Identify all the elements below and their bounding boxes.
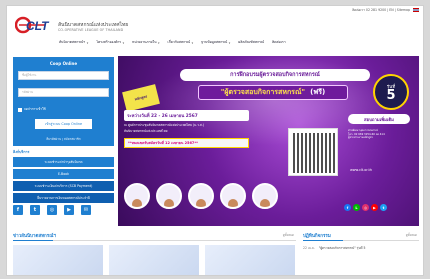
event-date: 22 เม.ย. [303,246,315,250]
round-number: 5 [386,87,396,103]
nav-item-label: โครงสร้างองค์กร [96,40,122,44]
chevron-down-icon: ▾ [122,40,125,45]
banner-deadline: **หมดเขตรับสมัครวันที่ 12 เมษายน 2567** [124,138,249,148]
events-section: ปฏิทินกิจกรรม ดูทั้งหมด 22 เม.ย. "ผู้ตรว… [303,232,419,275]
logo-text: CLT [26,19,50,33]
contact-line: ผู้ประสานงานหลักสูตร [348,136,373,140]
clt-logo[interactable]: CLT [15,16,53,34]
nav-item-label: ผลิตภัณฑ์สหกรณ์ [238,40,265,44]
password-field[interactable]: รหัสผ่าน [18,88,109,97]
nav-item[interactable]: เกี่ยวกับสหกรณ์ ▾ [164,36,198,49]
nav-item[interactable]: สันนิบาตสหกรณ์ฯ ▾ [55,36,92,49]
event-item[interactable]: 22 เม.ย. "ผู้ตรวจสอบกิจการสหกรณ์" รุ่นที… [303,246,419,251]
banner-social-icons: f L ◎ ▶ t [344,204,387,211]
chevron-down-icon: ▾ [86,40,89,45]
username-field[interactable]: ชื่อผู้ใช้งาน [18,71,109,80]
nav-item-label: สันนิบาตสหกรณ์ฯ [59,40,86,44]
login-button[interactable]: เข้าสู่ระบบ Coop Online [35,119,92,129]
remember-checkbox[interactable] [18,107,22,112]
login-panel: Coop Online ชื่อผู้ใช้งาน รหัสผ่าน จดจำก… [13,57,114,146]
top-utility-links[interactable]: ติดต่อเรา 02 281 9200 | EN | Sitemap [352,8,410,13]
chevron-down-icon: ▾ [191,40,194,45]
instagram-icon: ◎ [362,204,369,211]
news-thumbnail[interactable] [205,245,295,275]
login-title: Coop Online [49,61,78,66]
news-thumbnail[interactable] [13,245,103,275]
site-header: CLT สันนิบาตสหกรณ์แห่งประเทศไทย CO-OPERA… [7,14,423,36]
banner-venue: ณ ศูนย์การประชุมสันนิบาตสหกรณ์แห่งประเทศ… [124,123,204,127]
twitter-icon[interactable]: t [30,205,40,215]
speaker-photo [124,183,150,209]
youtube-icon[interactable]: ▶ [64,205,74,215]
chevron-down-icon: ▾ [158,40,160,45]
nav-item[interactable]: ฐานข้อมูลสหกรณ์ ▾ [197,36,234,49]
youtube-icon: ▶ [371,204,378,211]
service-link-scb-payment[interactable]: ระบบชำระเงินค่าบริการ (SCB Payment) [13,181,114,191]
facebook-icon: f [344,204,351,211]
twitter-icon: t [380,204,387,211]
banner-course: "ผู้ตรวจสอบกิจการสหกรณ์" (ฟรี) [198,85,348,100]
event-label: "ผู้ตรวจสอบกิจการสหกรณ์" รุ่นที่ 5 [318,246,366,250]
browser-page: ติดต่อเรา 02 281 9200 | EN | Sitemap CLT… [6,5,424,276]
nav-item[interactable]: ติดต่อเรา [268,36,290,49]
chevron-down-icon: ▾ [228,40,231,45]
top-utility-bar: ติดต่อเรา 02 281 9200 | EN | Sitemap [7,6,423,14]
speaker-photo [252,183,278,209]
speaker-photo [156,183,182,209]
social-links: f t ◎ ▶ ✉ [13,205,91,215]
promo-banner[interactable]: การฝึกอบรมผู้ตรวจสอบกิจการสหกรณ์ "ผู้ตรว… [118,56,419,226]
banner-free-label: (ฟรี) [310,88,326,96]
news-title: ข่าวสันนิบาตสหกรณ์ฯ [13,234,56,239]
banner-dates: ระหว่างวันที่ 22 - 26 เมษายน 2567 [124,110,249,121]
speaker-photo [188,183,214,209]
remember-me[interactable]: จดจำการเข้าใช้ [18,107,46,112]
service-links: ลิงก์บริการ ระบบชำระค่าบำรุงสันนิบาต E-B… [13,149,114,205]
service-link-membership-fee[interactable]: ระบบชำระค่าบำรุงสันนิบาต [13,157,114,167]
main-nav: สันนิบาตสหกรณ์ฯ ▾ โครงสร้างองค์กร ▾ หน่วยงาน… [7,36,423,49]
left-column: Coop Online ชื่อผู้ใช้งาน รหัสผ่าน จดจำก… [13,57,114,227]
events-more-link[interactable]: ดูทั้งหมด [406,233,417,238]
nav-item-label: ฐานข้อมูลสหกรณ์ [201,40,228,44]
news-thumbnail[interactable] [109,245,199,275]
forgot-links[interactable]: ลืมรหัสผ่าน | สมัครสมาชิก [13,137,114,142]
line-icon[interactable]: ✉ [81,205,91,215]
service-links-title: ลิงก์บริการ [13,150,30,154]
banner-enquiry: สอบถามเพิ่มเติม [348,114,410,124]
news-more-link[interactable]: ดูทั้งหมด [283,233,294,238]
service-link-ebook[interactable]: E-Book [13,169,114,179]
nav-item-label: เกี่ยวกับสหกรณ์ [167,40,191,44]
banner-course-name: "ผู้ตรวจสอบกิจการสหกรณ์" [220,88,306,96]
news-divider [13,240,296,241]
language-flag-icon[interactable] [413,8,419,12]
events-divider-accent [303,240,343,241]
service-link-financial-report[interactable]: ยื่นรายงานการเงินของสหกรณ์ประจำปี [13,193,114,203]
banner-title: การฝึกอบรมผู้ตรวจสอบกิจการสหกรณ์ [180,69,370,81]
events-title: ปฏิทินกิจกรรม [303,234,331,239]
remember-label: จดจำการเข้าใช้ [24,107,46,111]
org-name-english: CO-OPERATIVE LEAGUE OF THAILAND [58,28,124,32]
banner-contact: ฝ่ายพัฒนาบุคลากรสหกรณ์ โทร. 02 669 3254-… [348,129,413,140]
banner-website: www.clt.or.th [350,168,373,172]
nav-item[interactable]: โครงสร้างองค์กร ▾ [92,36,128,49]
instagram-icon[interactable]: ◎ [47,205,57,215]
nav-item[interactable]: ผลิตภัณฑ์สหกรณ์ [234,36,268,49]
speaker-photos [124,183,278,209]
facebook-icon[interactable]: f [13,205,23,215]
round-badge: รุ่นที่ 5 [373,74,409,110]
nav-item[interactable]: หน่วยงานภายใน ▾ [128,36,163,49]
speaker-photo [220,183,246,209]
news-divider-accent [13,240,53,241]
line-icon: L [353,204,360,211]
news-section: ข่าวสันนิบาตสหกรณ์ฯ ดูทั้งหมด [13,232,296,275]
nav-item-label: ติดต่อเรา [272,40,286,44]
nav-item-label: หน่วยงานภายใน [132,40,157,44]
banner-organizer: สันนิบาตสหกรณ์แห่งประเทศไทย [124,129,168,133]
qr-code-icon [288,128,338,176]
